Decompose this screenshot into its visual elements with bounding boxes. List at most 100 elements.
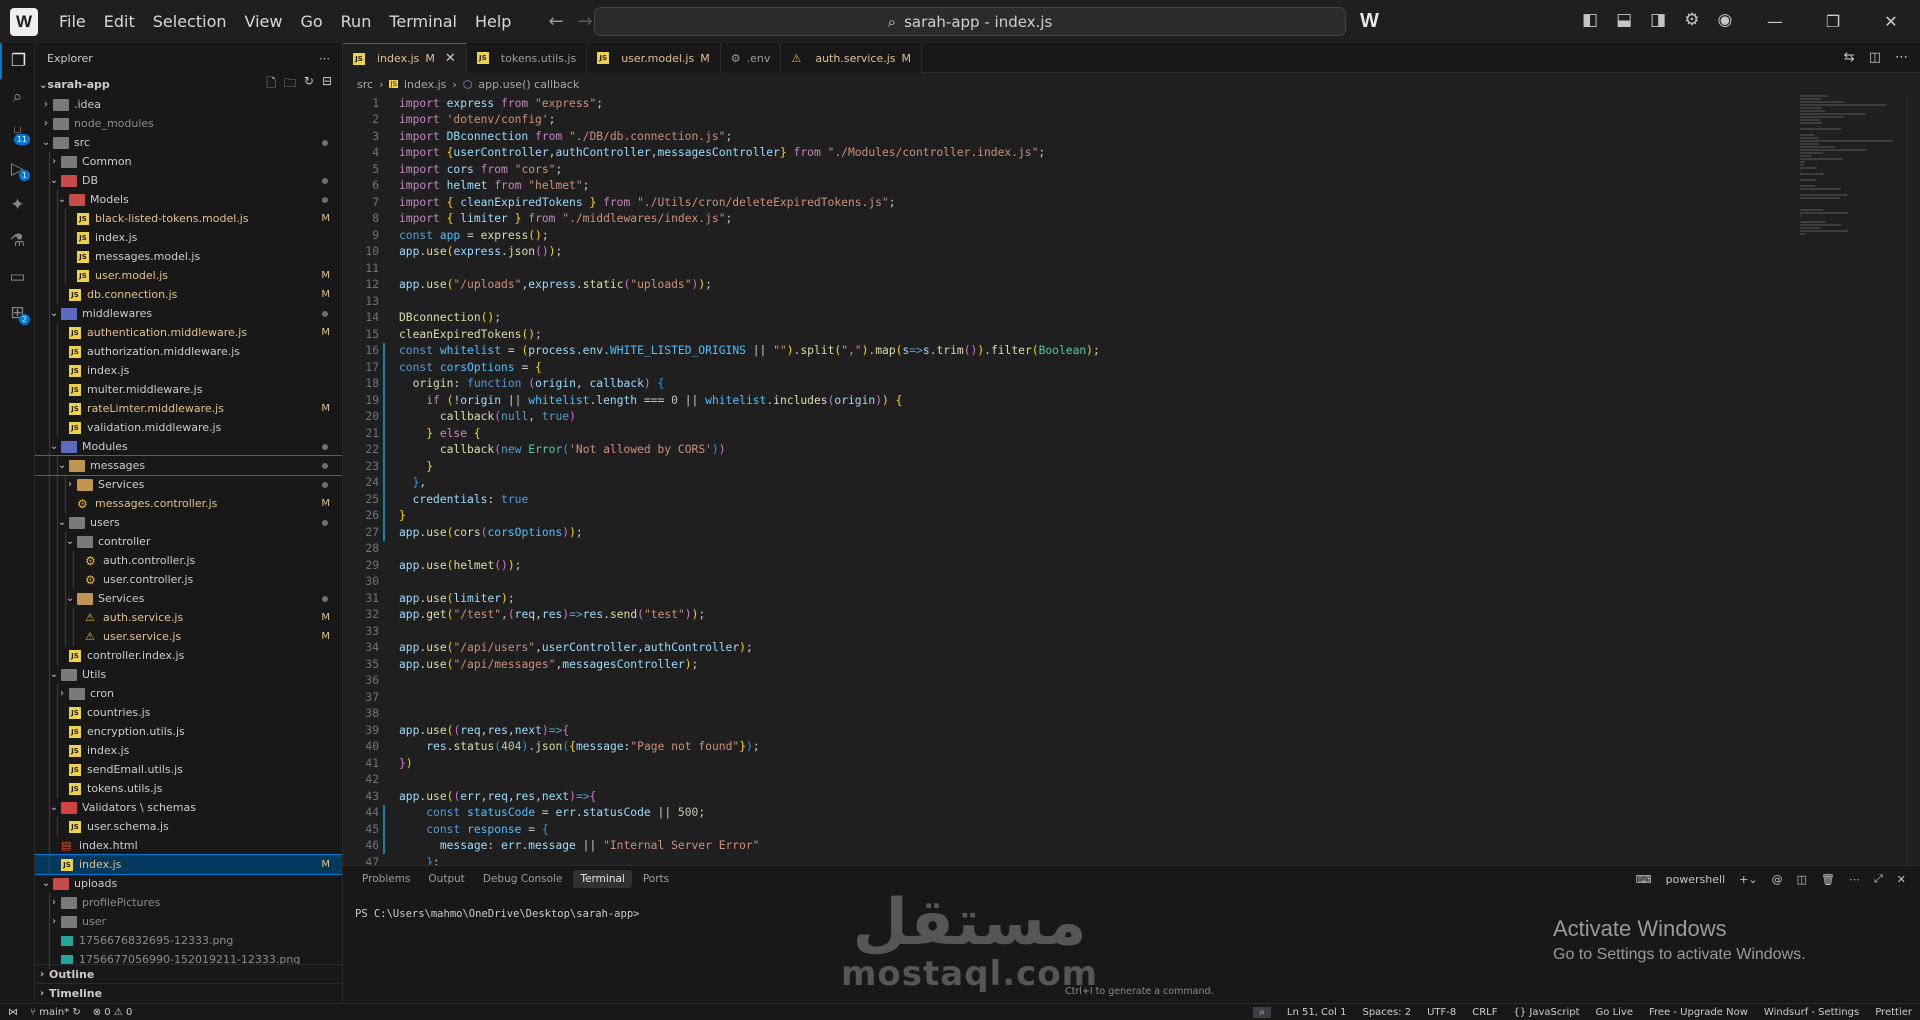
code-line[interactable]: 10 app.use(express.json());	[343, 244, 1783, 261]
tree-item-image-1[interactable]: 1756676832695-12333.png	[35, 931, 342, 950]
maximize-panel-icon[interactable]: ⤢	[1874, 872, 1883, 886]
code-line[interactable]: 16 const whitelist = (process.env.WHITE_L…	[343, 342, 1783, 359]
tree-item-index-js-models[interactable]: JS index.js	[35, 228, 342, 247]
status-item-utf-8[interactable]: UTF-8	[1427, 1007, 1456, 1018]
code-editor[interactable]: 1 import express from "express"; 2 import …	[343, 95, 1783, 865]
code-line[interactable]: 19 if (!origin || whitelist.length === 0…	[343, 392, 1783, 409]
trash-icon[interactable]: 🗑	[1821, 873, 1835, 886]
code-line[interactable]: 9 const app = express();	[343, 227, 1783, 244]
code-line[interactable]: 26}	[343, 507, 1783, 524]
tree-item-messages-controller[interactable]: ⚙ messages.controller.js M	[35, 494, 342, 513]
tree-item-user-service[interactable]: ⚠ user.service.js M	[35, 627, 342, 646]
tree-item-messages-model[interactable]: JS messages.model.js	[35, 247, 342, 266]
forward-arrow-icon[interactable]: →	[578, 11, 593, 32]
status-item-windsurf-settings[interactable]: Windsurf - Settings	[1764, 1007, 1859, 1018]
code-line[interactable]: 5 import cors from "cors";	[343, 161, 1783, 178]
tree-item-multer-middleware[interactable]: JS multer.middleware.js	[35, 380, 342, 399]
status-item-free-upgrade-now[interactable]: Free - Upgrade Now	[1649, 1007, 1748, 1018]
code-line[interactable]: 34 app.use("/api/users",userController,au…	[343, 640, 1783, 657]
ai-assistant-icon[interactable]: ✦	[0, 187, 35, 223]
menu-view[interactable]: View	[236, 8, 292, 35]
code-line[interactable]: 32 app.get("/test",(req,res)=>res.send("t…	[343, 607, 1783, 624]
breadcrumb-src[interactable]: src	[357, 78, 373, 91]
code-line[interactable]: 37	[343, 689, 1783, 706]
code-line[interactable]: 46 message: err.message || "Internal Ser…	[343, 837, 1783, 854]
close-panel-icon[interactable]: ✕	[1897, 873, 1906, 886]
status-item-javascript[interactable]: {} JavaScript	[1514, 1007, 1580, 1018]
minimap[interactable]	[1800, 95, 1910, 235]
terminal-prompt[interactable]: PS C:\Users\mahmo\OneDrive\Desktop\sarah…	[355, 908, 639, 920]
tree-item-authentication-middleware[interactable]: JS authentication.middleware.js M	[35, 323, 342, 342]
account-icon[interactable]: ◉	[1717, 10, 1732, 30]
code-line[interactable]: 4 import {userController,authController,m…	[343, 145, 1783, 162]
tree-item-countries[interactable]: JS countries.js	[35, 703, 342, 722]
tree-item-node-modules[interactable]: › node_modules	[35, 114, 342, 133]
tree-item-messages[interactable]: ⌄ messages	[35, 455, 342, 476]
status-item-prettier[interactable]: Prettier	[1875, 1007, 1912, 1018]
code-line[interactable]: 8 import { limiter } from "./middlewares/…	[343, 211, 1783, 228]
remote-icon[interactable]: ⋈	[8, 1007, 18, 1018]
code-line[interactable]: 38	[343, 706, 1783, 723]
tree-item-tokens-utils[interactable]: JS tokens.utils.js	[35, 779, 342, 798]
code-line[interactable]: 12 app.use("/uploads",express.static("upl…	[343, 277, 1783, 294]
tree-item-index-js-middlewares[interactable]: JS index.js	[35, 361, 342, 380]
code-line[interactable]: 40 res.status(404).json({message:"Page n…	[343, 739, 1783, 756]
status-item-crlf[interactable]: CRLF	[1472, 1007, 1497, 1018]
split-editor-icon[interactable]: ◫	[1869, 50, 1881, 65]
code-line[interactable]: 31 app.use(limiter);	[343, 590, 1783, 607]
code-line[interactable]: 1 import express from "express";	[343, 95, 1783, 112]
tree-item-idea[interactable]: › .idea	[35, 95, 342, 114]
split-terminal-icon[interactable]: ◫	[1797, 873, 1807, 886]
code-line[interactable]: 41})	[343, 755, 1783, 772]
code-line[interactable]: 21 } else {	[343, 425, 1783, 442]
code-line[interactable]: 15 cleanExpiredTokens();	[343, 326, 1783, 343]
tree-item-user-model[interactable]: JS user.model.js M	[35, 266, 342, 285]
tree-item-index-js-utils[interactable]: JS index.js	[35, 741, 342, 760]
editor-tab-user-model-js[interactable]: JS user.model.js M	[587, 43, 721, 73]
code-line[interactable]: 18 origin: function (origin, callback) {	[343, 375, 1783, 392]
menu-help[interactable]: Help	[466, 8, 520, 35]
panel-tab-debug-console[interactable]: Debug Console	[476, 870, 570, 888]
code-line[interactable]: 6 import helmet from "helmet";	[343, 178, 1783, 195]
code-line[interactable]: 47 };	[343, 854, 1783, 865]
panel-tab-output[interactable]: Output	[421, 870, 471, 888]
tree-item-db[interactable]: ⌄ DB	[35, 171, 342, 190]
tree-item-src[interactable]: ⌄ src	[35, 133, 342, 152]
toggle-primary-sidebar-icon[interactable]: ◧	[1582, 10, 1598, 30]
code-line[interactable]: 45 const response = {	[343, 821, 1783, 838]
menu-go[interactable]: Go	[291, 8, 331, 35]
close-window-icon[interactable]: ✕	[1862, 0, 1920, 43]
tree-item-controller-index[interactable]: JS controller.index.js	[35, 646, 342, 665]
problems-status[interactable]: ⊗ 0 ⚠ 0	[93, 1007, 133, 1018]
restore-icon[interactable]: ❐	[1804, 0, 1862, 43]
tree-item-validation-middleware[interactable]: JS validation.middleware.js	[35, 418, 342, 437]
outline-section[interactable]: › Outline	[35, 964, 342, 983]
tree-item-sendemail-utils[interactable]: JS sendEmail.utils.js	[35, 760, 342, 779]
tree-item-user-folder[interactable]: › user	[35, 912, 342, 931]
code-line[interactable]: 22 callback(new Error('Not allowed by CO…	[343, 441, 1783, 458]
timeline-section[interactable]: › Timeline	[35, 983, 342, 1002]
tree-item-profilepictures[interactable]: › profilePictures	[35, 893, 342, 912]
tree-item-models[interactable]: ⌄ Models	[35, 190, 342, 209]
tree-item-authorization-middleware[interactable]: JS authorization.middleware.js	[35, 342, 342, 361]
menu-file[interactable]: File	[50, 8, 95, 35]
new-terminal-icon[interactable]: +⌄	[1739, 873, 1757, 886]
search-view-icon[interactable]: ⌕	[0, 79, 35, 115]
back-arrow-icon[interactable]: ←	[548, 11, 563, 32]
tree-item-common[interactable]: › Common	[35, 152, 342, 171]
editor-tab-tokens-utils-js[interactable]: JS tokens.utils.js	[466, 43, 588, 73]
tree-item-auth-controller[interactable]: ⚙ auth.controller.js	[35, 551, 342, 570]
editor-scrollbar[interactable]	[1906, 95, 1920, 865]
code-line[interactable]: 17 const corsOptions = {	[343, 359, 1783, 376]
code-line[interactable]: 3 import DBconnection from "./DB/db.conne…	[343, 128, 1783, 145]
breadcrumb-symbol[interactable]: app.use() callback	[478, 78, 579, 91]
testing-icon[interactable]: ⚗	[0, 223, 35, 259]
more-editor-actions-icon[interactable]: ⋯	[1895, 50, 1908, 65]
tree-item-middlewares[interactable]: ⌄ middlewares	[35, 304, 342, 323]
tree-item-utils[interactable]: ⌄ Utils	[35, 665, 342, 684]
tree-item-db-connection[interactable]: JS db.connection.js M	[35, 285, 342, 304]
refresh-icon[interactable]: ↻	[304, 74, 314, 95]
settings-gear-icon[interactable]: ⚙	[1684, 10, 1699, 30]
code-line[interactable]: 44 const statusCode = err.statusCode || …	[343, 804, 1783, 821]
tree-item-modules[interactable]: ⌄ Modules	[35, 437, 342, 456]
